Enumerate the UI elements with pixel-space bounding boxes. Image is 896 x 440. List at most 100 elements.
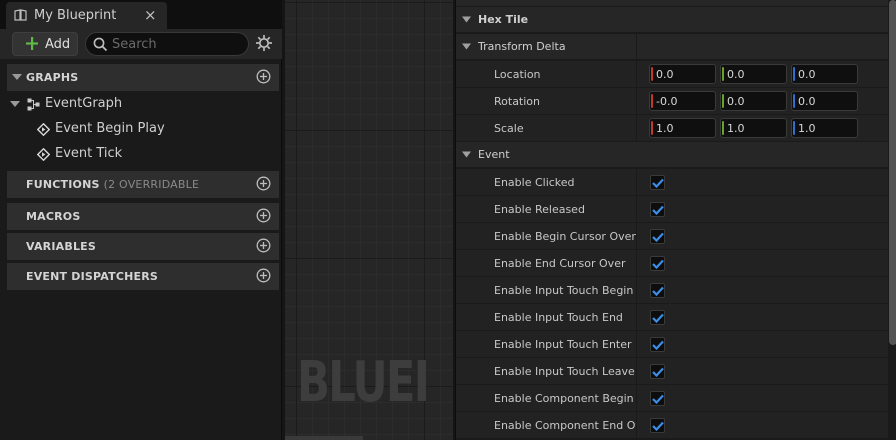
- rotation-x-input[interactable]: [656, 94, 714, 108]
- plus-icon: [26, 37, 38, 50]
- add-macro-icon[interactable]: [256, 208, 271, 223]
- rotation-y-field[interactable]: [720, 91, 787, 111]
- graph-scrollbar[interactable]: [285, 436, 363, 440]
- column-divider: [636, 331, 637, 358]
- add-button[interactable]: Add: [12, 32, 78, 56]
- search-icon: [93, 37, 108, 52]
- column-divider: [636, 61, 637, 88]
- category-label: Event: [478, 148, 510, 161]
- rotation-z-input[interactable]: [798, 94, 856, 108]
- column-divider: [636, 34, 637, 60]
- chevron-down-icon: [462, 43, 471, 50]
- scale-y-field[interactable]: [720, 118, 787, 138]
- blueprint-watermark: BLUEI: [297, 350, 430, 415]
- section-functions[interactable]: FUNCTIONS (2 OVERRIDABLE: [7, 171, 279, 198]
- location-x-input[interactable]: [656, 67, 714, 81]
- tab-title: My Blueprint: [34, 8, 117, 23]
- rotation-y-input[interactable]: [727, 94, 785, 108]
- section-graphs-label: GRAPHS: [26, 71, 79, 84]
- category-hex-tile[interactable]: Hex Tile: [456, 7, 888, 33]
- location-z-field[interactable]: [791, 64, 858, 84]
- tree-item-event-begin-play[interactable]: Event Begin Play: [0, 117, 280, 141]
- checkbox[interactable]: [650, 202, 665, 217]
- checkbox[interactable]: [650, 310, 665, 325]
- section-event-dispatchers[interactable]: EVENT DISPATCHERS: [7, 263, 279, 290]
- checkmark-icon: [652, 232, 664, 242]
- scale-z-field[interactable]: [791, 118, 858, 138]
- column-divider: [636, 88, 637, 115]
- checkbox[interactable]: [650, 229, 665, 244]
- property-row-scale: Scale: [456, 115, 888, 142]
- column-divider: [636, 358, 637, 385]
- checkmark-icon: [652, 313, 664, 323]
- section-graphs[interactable]: GRAPHS: [7, 64, 279, 91]
- checkbox[interactable]: [650, 364, 665, 379]
- section-macros-label: MACROS: [26, 210, 81, 223]
- add-dispatcher-icon[interactable]: [256, 268, 271, 283]
- checkmark-icon: [652, 286, 664, 296]
- column-divider: [636, 304, 637, 331]
- property-label: Rotation: [494, 95, 541, 108]
- property-row-event: Enable Input Touch Leave: [456, 358, 888, 385]
- book-icon: [14, 9, 27, 21]
- property-label: Enable Released: [494, 203, 585, 216]
- close-icon[interactable]: ×: [144, 6, 157, 24]
- section-variables[interactable]: VARIABLES: [7, 233, 279, 260]
- scale-z-input[interactable]: [798, 121, 856, 135]
- gear-icon[interactable]: [255, 34, 273, 52]
- checkbox[interactable]: [650, 283, 665, 298]
- location-x-field[interactable]: [649, 64, 716, 84]
- checkmark-icon: [652, 205, 664, 215]
- section-macros[interactable]: MACROS: [7, 203, 279, 230]
- tab-strip: My Blueprint ×: [0, 0, 282, 29]
- rotation-z-field[interactable]: [791, 91, 858, 111]
- chevron-down-icon: [462, 151, 471, 158]
- tree-item-event-tick[interactable]: Event Tick: [0, 142, 280, 166]
- checkbox[interactable]: [650, 391, 665, 406]
- property-label: Scale: [494, 122, 524, 135]
- functions-overridable-note: (2 OVERRIDABLE: [103, 178, 200, 191]
- z-axis-marker: [793, 67, 795, 81]
- scale-y-input[interactable]: [727, 121, 785, 135]
- tab-my-blueprint[interactable]: My Blueprint ×: [6, 2, 167, 29]
- location-y-field[interactable]: [720, 64, 787, 84]
- add-graph-icon[interactable]: [256, 69, 271, 84]
- location-z-input[interactable]: [798, 67, 856, 81]
- rotation-x-field[interactable]: [649, 91, 716, 111]
- column-divider: [636, 223, 637, 250]
- scale-x-input[interactable]: [656, 121, 714, 135]
- property-row-event: Enable Component End Ov...: [456, 412, 888, 439]
- property-label: Enable Input Touch Begin: [494, 284, 634, 297]
- property-label: Location: [494, 68, 541, 81]
- checkbox[interactable]: [650, 418, 665, 433]
- category-event[interactable]: Event: [456, 142, 888, 168]
- column-divider: [636, 385, 637, 412]
- z-axis-marker: [793, 121, 795, 135]
- z-axis-marker: [793, 94, 795, 108]
- add-function-icon[interactable]: [256, 176, 271, 191]
- category-transform-delta[interactable]: Transform Delta: [456, 34, 888, 60]
- column-divider: [636, 277, 637, 304]
- tree-item-label: Event Tick: [55, 146, 123, 161]
- property-row-event: Enable Clicked: [456, 169, 888, 196]
- tree-item-eventgraph[interactable]: EventGraph: [0, 92, 280, 116]
- graph-canvas[interactable]: BLUEI: [285, 0, 453, 440]
- details-scrollbar[interactable]: [889, 0, 896, 345]
- property-row-rotation: Rotation: [456, 88, 888, 115]
- checkmark-icon: [652, 259, 664, 269]
- category-label: Transform Delta: [478, 40, 566, 53]
- checkmark-icon: [652, 394, 664, 404]
- location-y-input[interactable]: [727, 67, 785, 81]
- checkmark-icon: [652, 178, 664, 188]
- checkbox[interactable]: [650, 337, 665, 352]
- column-divider: [636, 115, 637, 142]
- scale-x-field[interactable]: [649, 118, 716, 138]
- checkbox[interactable]: [650, 256, 665, 271]
- search-box[interactable]: [85, 32, 249, 56]
- property-row-event: Enable End Cursor Over: [456, 250, 888, 277]
- property-label: Enable Clicked: [494, 176, 575, 189]
- search-input[interactable]: [112, 35, 242, 53]
- y-axis-marker: [722, 94, 724, 108]
- checkbox[interactable]: [650, 175, 665, 190]
- add-variable-icon[interactable]: [256, 238, 271, 253]
